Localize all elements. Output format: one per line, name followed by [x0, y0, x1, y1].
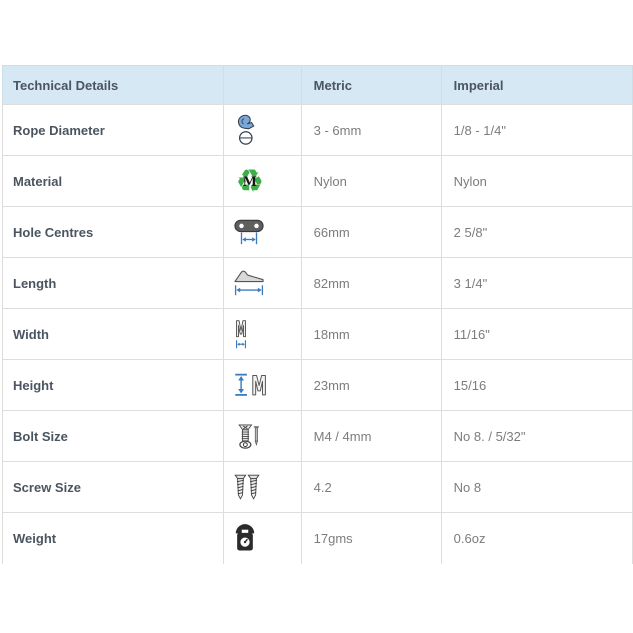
- header-row: Technical Details Metric Imperial: [3, 66, 633, 105]
- hole-centres-icon: [223, 207, 301, 258]
- table-header: Technical Details Metric Imperial: [3, 66, 633, 105]
- imperial-value: 1/8 - 1/4": [441, 105, 632, 156]
- rope-diameter-icon: [223, 105, 301, 156]
- width-icon: [223, 309, 301, 360]
- imperial-value: No 8. / 5/32": [441, 411, 632, 462]
- metric-value: 17gms: [301, 513, 441, 564]
- metric-value: 23mm: [301, 360, 441, 411]
- table-row-bolt-size: Bolt Size M4 / 4mm: [3, 411, 633, 462]
- imperial-value: No 8: [441, 462, 632, 513]
- column-header-icon: [223, 66, 301, 105]
- metric-value: 82mm: [301, 258, 441, 309]
- imperial-value: 2 5/8": [441, 207, 632, 258]
- column-header-imperial: Imperial: [441, 66, 632, 105]
- column-header-technical-details: Technical Details: [3, 66, 224, 105]
- table-row-width: Width 18mm 11/16": [3, 309, 633, 360]
- table-row-screw-size: Screw Size: [3, 462, 633, 513]
- table-row-material: Material ♻ M Nylon Nylon: [3, 156, 633, 207]
- table-row-rope-diameter: Rope Diameter 3 - 6mm 1/8 - 1/4": [3, 105, 633, 156]
- row-label: Bolt Size: [3, 411, 224, 462]
- height-icon: [223, 360, 301, 411]
- table-row-weight: Weight 17gms 0.6oz: [3, 513, 633, 564]
- row-label: Length: [3, 258, 224, 309]
- imperial-value: 3 1/4": [441, 258, 632, 309]
- metric-value: 3 - 6mm: [301, 105, 441, 156]
- metric-value: 4.2: [301, 462, 441, 513]
- imperial-value: 15/16: [441, 360, 632, 411]
- scale-icon: [223, 513, 301, 564]
- metric-value: 66mm: [301, 207, 441, 258]
- screw-icon: [223, 462, 301, 513]
- bolt-icon: [223, 411, 301, 462]
- recycle-icon: ♻ M: [223, 156, 301, 207]
- column-header-metric: Metric: [301, 66, 441, 105]
- row-label: Weight: [3, 513, 224, 564]
- imperial-value: 0.6oz: [441, 513, 632, 564]
- table-row-length: Length 82mm 3 1/4": [3, 258, 633, 309]
- row-label: Width: [3, 309, 224, 360]
- length-icon: [223, 258, 301, 309]
- table-row-height: Height 23mm 15/16: [3, 360, 633, 411]
- row-label: Height: [3, 360, 224, 411]
- technical-details-table: Technical Details Metric Imperial Rope D…: [2, 65, 633, 564]
- imperial-value: 11/16": [441, 309, 632, 360]
- metric-value: M4 / 4mm: [301, 411, 441, 462]
- row-label: Material: [3, 156, 224, 207]
- metric-value: Nylon: [301, 156, 441, 207]
- imperial-value: Nylon: [441, 156, 632, 207]
- row-label: Screw Size: [3, 462, 224, 513]
- recycle-letter: M: [243, 175, 257, 190]
- table-row-hole-centres: Hole Centres 66mm 2 5/8": [3, 207, 633, 258]
- row-label: Rope Diameter: [3, 105, 224, 156]
- metric-value: 18mm: [301, 309, 441, 360]
- row-label: Hole Centres: [3, 207, 224, 258]
